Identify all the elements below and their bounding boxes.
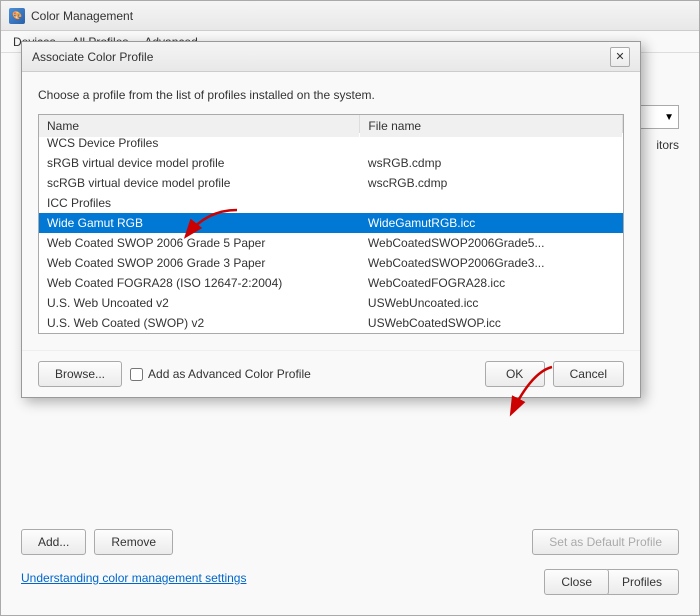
profile-name-cell: sRGB virtual device model profile: [39, 153, 360, 173]
profile-filename-cell: [360, 193, 623, 213]
table-row[interactable]: scRGB virtual device model profilewscRGB…: [39, 173, 623, 193]
remove-button[interactable]: Remove: [94, 529, 173, 555]
advanced-color-checkbox[interactable]: [130, 368, 143, 381]
profile-name-cell: U.S. Web Coated (SWOP) v2: [39, 313, 360, 333]
main-bottom-buttons: Add... Remove Set as Default Profile: [21, 529, 679, 555]
dialog-title: Associate Color Profile: [32, 50, 610, 64]
table-row[interactable]: U.S. Web Coated (SWOP) v2USWebCoatedSWOP…: [39, 313, 623, 333]
dialog-close-button[interactable]: ✕: [610, 47, 630, 67]
dialog-body: Choose a profile from the list of profil…: [22, 72, 640, 350]
table-row[interactable]: Web Coated SWOP 2006 Grade 3 PaperWebCoa…: [39, 253, 623, 273]
table-row[interactable]: ICC Profiles: [39, 193, 623, 213]
ok-button[interactable]: OK: [485, 361, 545, 387]
advanced-color-checkbox-label[interactable]: Add as Advanced Color Profile: [130, 367, 311, 381]
profile-name-cell: scRGB virtual device model profile: [39, 173, 360, 193]
cancel-button[interactable]: Cancel: [553, 361, 624, 387]
table-row[interactable]: Web Coated FOGRA28 (ISO 12647-2:2004)Web…: [39, 273, 623, 293]
browse-button[interactable]: Browse...: [38, 361, 122, 387]
profile-filename-cell: WebCoatedSWOP2006Grade3...: [360, 253, 623, 273]
profile-name-cell: Web Coated FOGRA28 (ISO 12647-2:2004): [39, 273, 360, 293]
main-window-title: Color Management: [31, 9, 691, 23]
advanced-color-label: Add as Advanced Color Profile: [148, 367, 311, 381]
profile-name-cell: Web Coated SWOP 2006 Grade 3 Paper: [39, 253, 360, 273]
profile-filename-cell: wscRGB.cdmp: [360, 173, 623, 193]
add-button[interactable]: Add...: [21, 529, 86, 555]
dialog-titlebar: Associate Color Profile ✕: [22, 42, 640, 72]
profile-filename-cell: WideGamutRGB.icc: [360, 213, 623, 233]
profile-name-cell: U.S. Web Uncoated v2: [39, 293, 360, 313]
table-header-row: Name File name: [39, 115, 623, 138]
profiles-button[interactable]: Profiles: [605, 569, 679, 595]
profile-list-body: WCS Device ProfilessRGB virtual device m…: [39, 133, 623, 334]
profile-list-container[interactable]: Name File name WCS Device ProfilessRGB v…: [38, 114, 624, 334]
set-default-button[interactable]: Set as Default Profile: [532, 529, 679, 555]
profile-name-cell: Wide Gamut RGB: [39, 213, 360, 233]
close-main-button[interactable]: Close: [544, 569, 609, 595]
profile-filename-cell: WebCoatedFOGRA28.icc: [360, 273, 623, 293]
profile-filename-cell: USWebUncoated.icc: [360, 293, 623, 313]
table-row[interactable]: Web Coated SWOP 2006 Grade 5 PaperWebCoa…: [39, 233, 623, 253]
main-window: 🎨 Color Management Devices All Profiles …: [0, 0, 700, 616]
table-row[interactable]: Wide Gamut RGBWideGamutRGB.icc: [39, 213, 623, 233]
profile-filename-cell: WebCoatedSWOP2006Grade5...: [360, 233, 623, 253]
profile-filename-cell: USWebCoatedSWOP.icc: [360, 313, 623, 333]
col-name: Name: [39, 115, 360, 138]
chevron-down-icon: ▼: [664, 112, 674, 123]
app-icon: 🎨: [9, 8, 25, 24]
main-titlebar: 🎨 Color Management: [1, 1, 699, 31]
profile-name-cell: ICC Profiles: [39, 193, 360, 213]
dialog-description: Choose a profile from the list of profil…: [38, 88, 624, 102]
dialog-footer: Browse... Add as Advanced Color Profile …: [22, 350, 640, 397]
profile-filename-cell: wsRGB.cdmp: [360, 153, 623, 173]
profile-table: Name File name WCS Device ProfilessRGB v…: [39, 114, 623, 333]
understanding-link[interactable]: Understanding color management settings: [21, 571, 246, 585]
table-row[interactable]: sRGB virtual device model profilewsRGB.c…: [39, 153, 623, 173]
monitors-label: itors: [656, 138, 679, 152]
profile-name-cell: Web Coated SWOP 2006 Grade 5 Paper: [39, 233, 360, 253]
col-filename: File name: [360, 115, 623, 138]
associate-color-profile-dialog: Associate Color Profile ✕ Choose a profi…: [21, 41, 641, 398]
table-row[interactable]: U.S. Web Uncoated v2USWebUncoated.icc: [39, 293, 623, 313]
